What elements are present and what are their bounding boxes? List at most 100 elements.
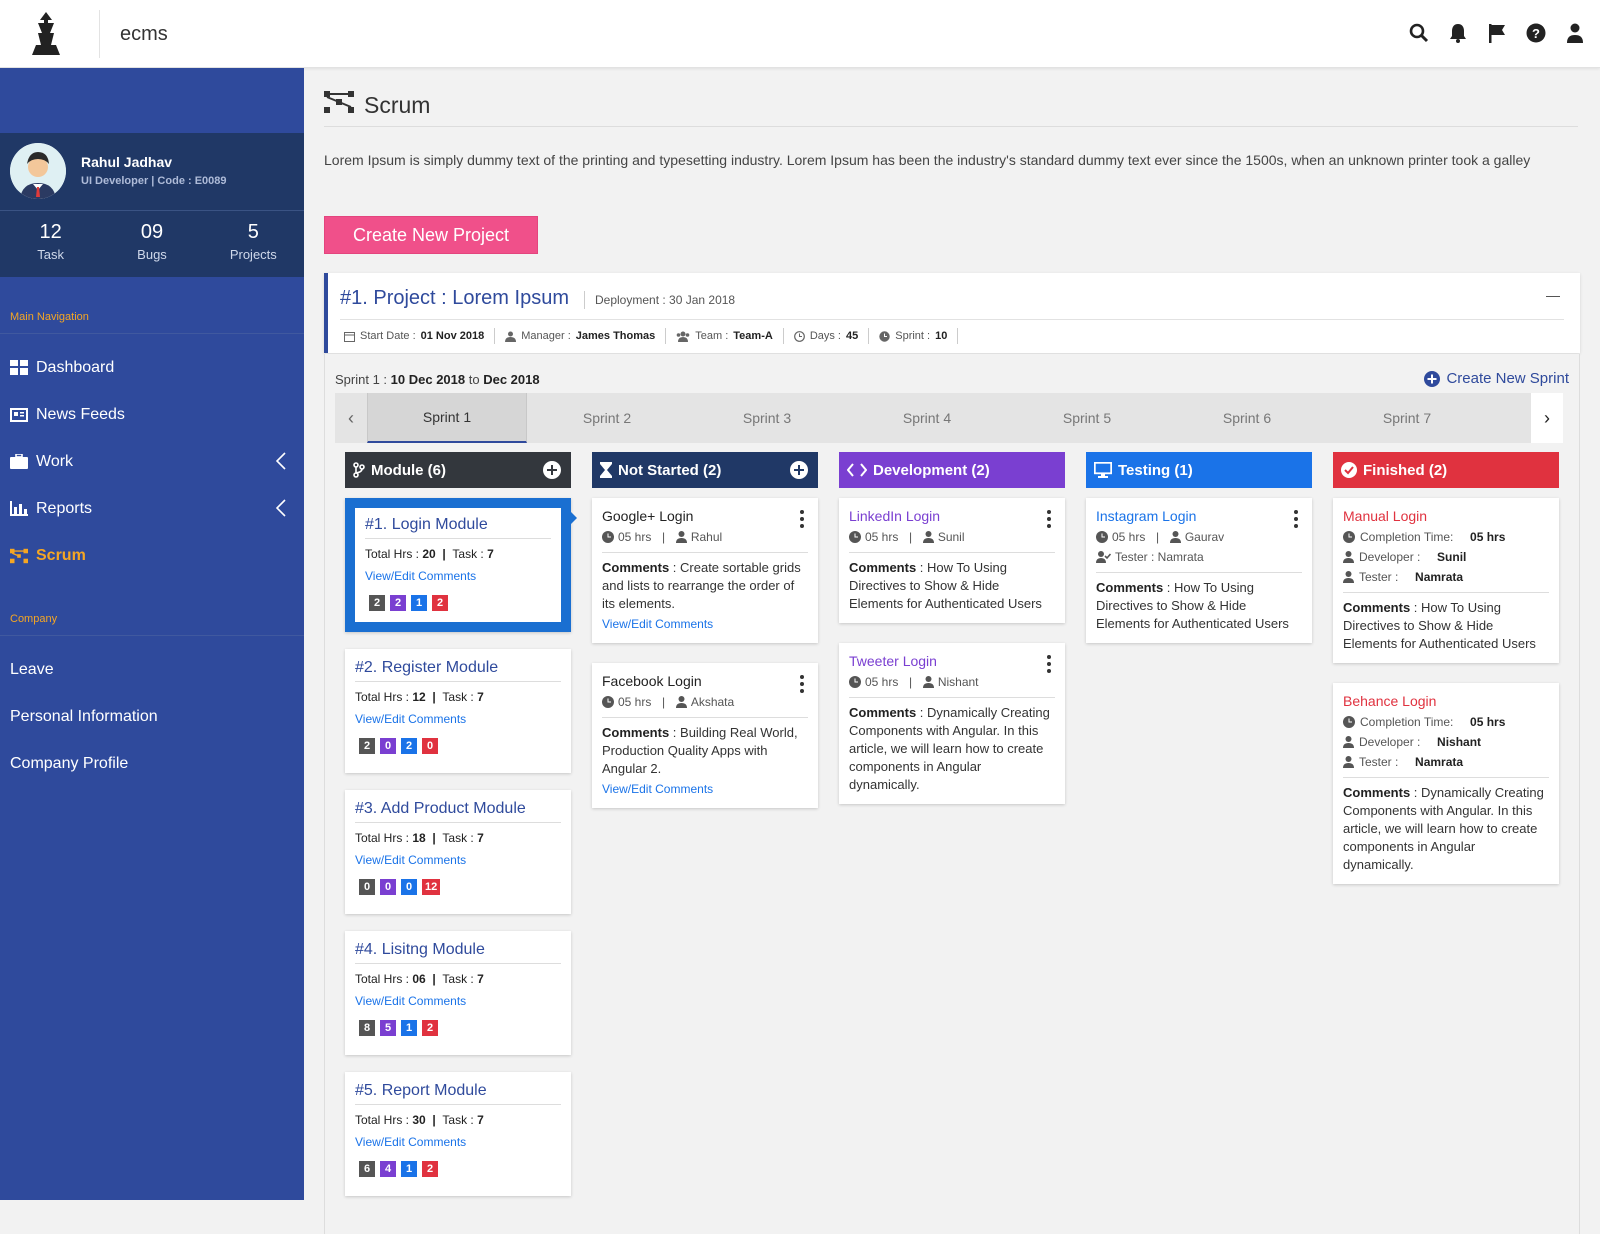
avatar[interactable] [10, 143, 66, 199]
add-module-icon[interactable] [543, 461, 561, 479]
task-name[interactable]: Google+ Login [602, 508, 808, 524]
tab-sprint-6[interactable]: Sprint 6 [1167, 393, 1327, 443]
create-new-project-button[interactable]: Create New Project [324, 216, 538, 254]
badge-testing: 2 [401, 738, 417, 754]
tab-sprint-3[interactable]: Sprint 3 [687, 393, 847, 443]
task-value: 7 [487, 547, 494, 561]
task-card[interactable]: Google+ Login 05 hrs | Rahul Comments : … [592, 498, 818, 643]
module-card[interactable]: #4. Lisitng Module Total Hrs : 06 | Task… [345, 931, 571, 1055]
more-options-icon[interactable] [1047, 510, 1051, 528]
badge-development: 5 [380, 1020, 396, 1036]
chevron-left-icon[interactable]: ‹ [335, 393, 367, 443]
chevron-left-icon[interactable] [275, 452, 286, 475]
help-icon[interactable]: ? [1525, 22, 1547, 44]
task-card[interactable]: Instagram Login 05 hrs | Gaurav Tester :… [1086, 498, 1312, 643]
module-title[interactable]: #2. Register Module [355, 659, 561, 682]
task-card[interactable]: Behance Login Completion Time: 05 hrs De… [1333, 683, 1559, 884]
view-edit-comments-link[interactable]: View/Edit Comments [355, 994, 561, 1008]
module-title[interactable]: #5. Report Module [355, 1082, 561, 1105]
nav-item-news-feeds[interactable]: News Feeds [0, 391, 304, 438]
collapse-icon[interactable] [1546, 296, 1560, 297]
task-meta: 05 hrs | Sunil [849, 530, 1055, 553]
task-name[interactable]: Manual Login [1343, 508, 1549, 524]
hrs-label: Total Hrs : [355, 1113, 410, 1127]
meta-value: 10 [935, 330, 948, 342]
sprint-tabs: ‹ Sprint 1 Sprint 2 Sprint 3 Sprint 4 Sp… [335, 393, 1563, 443]
nav-item-dashboard[interactable]: Dashboard [0, 344, 304, 391]
badge-not-started: 0 [359, 879, 375, 895]
status-badges: 0 0 0 12 [355, 879, 561, 895]
view-edit-comments-link[interactable]: View/Edit Comments [365, 569, 551, 583]
task-user: Akshata [690, 695, 735, 709]
task-name[interactable]: LinkedIn Login [849, 508, 1055, 524]
tab-sprint-5[interactable]: Sprint 5 [1007, 393, 1167, 443]
add-task-icon[interactable] [790, 461, 808, 479]
module-card[interactable]: #1. Login Module Total Hrs : 20 | Task :… [345, 498, 577, 632]
tab-sprint-4[interactable]: Sprint 4 [847, 393, 1007, 443]
clock-icon [602, 531, 614, 543]
user-tie-icon [505, 331, 517, 342]
task-card[interactable]: Facebook Login 05 hrs | Akshata Comments… [592, 663, 818, 808]
module-card[interactable]: #3. Add Product Module Total Hrs : 18 | … [345, 790, 571, 914]
task-card[interactable]: Manual Login Completion Time: 05 hrs Dev… [1333, 498, 1559, 663]
more-options-icon[interactable] [800, 675, 804, 693]
module-title[interactable]: #4. Lisitng Module [355, 941, 561, 964]
task-name[interactable]: Facebook Login [602, 673, 808, 689]
more-options-icon[interactable] [800, 510, 804, 528]
task-name[interactable]: Behance Login [1343, 693, 1549, 709]
view-edit-comments-link[interactable]: View/Edit Comments [355, 712, 561, 726]
badge-finished: 2 [422, 1020, 438, 1036]
user-icon[interactable] [1564, 22, 1586, 44]
task-name[interactable]: Tweeter Login [849, 653, 1055, 669]
task-meta: 05 hrs | Nishant [849, 675, 1055, 698]
task-name[interactable]: Instagram Login [1096, 508, 1302, 524]
view-edit-comments-link[interactable]: View/Edit Comments [602, 780, 808, 798]
search-icon[interactable] [1408, 22, 1430, 44]
comment-label: Comments [602, 560, 670, 575]
module-card[interactable]: #5. Report Module Total Hrs : 30 | Task … [345, 1072, 571, 1196]
task-hours: 05 hrs [618, 695, 652, 709]
view-edit-comments-link[interactable]: View/Edit Comments [355, 1135, 561, 1149]
module-title[interactable]: #3. Add Product Module [355, 800, 561, 823]
tester: Tester : Namrata [1343, 755, 1549, 778]
nav-item-work[interactable]: Work [0, 438, 304, 485]
task-card[interactable]: Tweeter Login 05 hrs | Nishant Comments … [839, 643, 1065, 804]
nav-item-company-profile[interactable]: Company Profile [0, 740, 304, 787]
meta-label: Start Date : [360, 330, 416, 342]
stat-bugs[interactable]: 09 Bugs [101, 211, 202, 277]
nav-item-personal-information[interactable]: Personal Information [0, 693, 304, 740]
more-options-icon[interactable] [1047, 655, 1051, 673]
view-edit-comments-link[interactable]: View/Edit Comments [602, 615, 808, 633]
chevron-left-icon[interactable] [275, 499, 286, 522]
more-options-icon[interactable] [1294, 510, 1298, 528]
stat-projects[interactable]: 5 Projects [203, 211, 304, 277]
task-user: Rahul [690, 530, 723, 544]
flag-icon[interactable] [1486, 22, 1508, 44]
tab-sprint-7[interactable]: Sprint 7 [1327, 393, 1487, 443]
chevron-right-icon[interactable]: › [1531, 393, 1563, 443]
stat-label: Bugs [137, 247, 167, 262]
tab-sprint-2[interactable]: Sprint 2 [527, 393, 687, 443]
comment-label: Comments [849, 705, 917, 720]
nav-item-scrum[interactable]: Scrum [0, 532, 304, 579]
nav-item-leave[interactable]: Leave [0, 646, 304, 693]
create-new-sprint-button[interactable]: Create New Sprint [1424, 370, 1569, 387]
finished-column: Finished (2) Manual Login Completion Tim… [1333, 452, 1559, 884]
hrs-value: 18 [412, 831, 426, 845]
completion-value: 05 hrs [1470, 530, 1506, 544]
module-card[interactable]: #2. Register Module Total Hrs : 12 | Tas… [345, 649, 571, 773]
task-meta: 05 hrs | Akshata [602, 695, 808, 718]
nav-item-label: Reports [36, 499, 93, 517]
nav-item-label: Dashboard [36, 358, 115, 376]
view-edit-comments-link[interactable]: View/Edit Comments [355, 853, 561, 867]
task-card[interactable]: LinkedIn Login 05 hrs | Sunil Comments :… [839, 498, 1065, 623]
chess-king-logo[interactable] [18, 10, 74, 60]
project-title[interactable]: #1. Project : Lorem Ipsum [340, 287, 569, 310]
module-title[interactable]: #1. Login Module [365, 516, 551, 539]
tab-sprint-1[interactable]: Sprint 1 [367, 393, 527, 443]
stat-task[interactable]: 12 Task [0, 211, 101, 277]
nav-item-reports[interactable]: Reports [0, 485, 304, 532]
bell-icon[interactable] [1447, 22, 1469, 44]
task-value: 7 [477, 972, 484, 986]
clock-icon [1343, 716, 1355, 728]
